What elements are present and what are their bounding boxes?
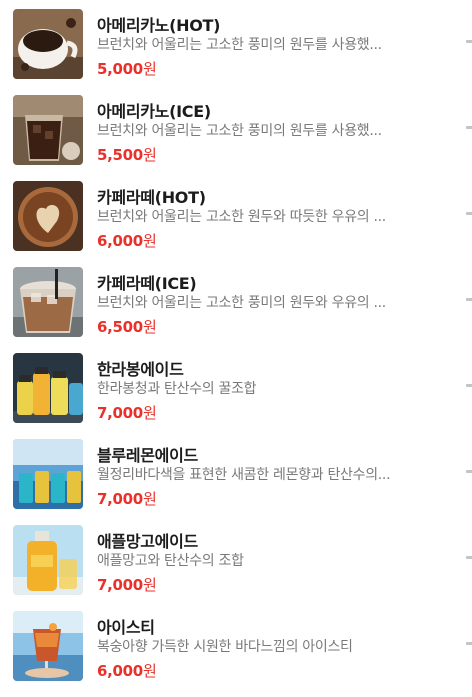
- menu-item-name: 아이스티: [97, 618, 155, 637]
- menu-item-description: 월정리바다색을 표현한 새콤한 레몬향과 탄산수의...: [97, 467, 391, 483]
- price-value: 7,000: [97, 490, 143, 508]
- chevron-right-icon: [466, 642, 472, 645]
- menu-item-name: 카페라떼(ICE): [97, 274, 197, 293]
- apple-mango-ade-bottle-image: [13, 525, 83, 595]
- price-unit: 원: [142, 404, 157, 422]
- iced-americano-glass-image: [13, 95, 83, 165]
- price-unit: 원: [142, 60, 157, 78]
- menu-item-price: 7,000원: [97, 402, 157, 423]
- menu-item-iced-tea[interactable]: 아이스티 복숭아향 가득한 시원한 바다느낌의 아이스티 6,000원: [0, 602, 472, 688]
- price-value: 5,500: [97, 146, 143, 164]
- menu-item-name: 아메리카노(ICE): [97, 102, 211, 121]
- apple-mango-ade-thumbnail: [13, 525, 83, 595]
- menu-item-description: 브런치와 어울리는 고소한 풍미의 원두와 우유의 ...: [97, 295, 386, 311]
- menu-item-price: 6,000원: [97, 660, 157, 681]
- chevron-right-icon: [466, 556, 472, 559]
- menu-item-price: 7,000원: [97, 574, 157, 595]
- menu-item-name: 한라봉에이드: [97, 360, 184, 379]
- menu-item-ice-latte[interactable]: 카페라떼(ICE) 브런치와 어울리는 고소한 풍미의 원두와 우유의 ... …: [0, 258, 472, 344]
- menu-item-name: 카페라떼(HOT): [97, 188, 206, 207]
- menu-item-name: 아메리카노(HOT): [97, 16, 221, 35]
- price-unit: 원: [142, 318, 157, 336]
- menu-item-description: 브런치와 어울리는 고소한 풍미의 원두를 사용했...: [97, 37, 382, 53]
- menu-item-description: 복숭아향 가득한 시원한 바다느낌의 아이스티: [97, 639, 353, 655]
- iced-tea-thumbnail: [13, 611, 83, 681]
- chevron-right-icon: [466, 384, 472, 387]
- price-unit: 원: [142, 490, 157, 508]
- chevron-right-icon: [466, 212, 472, 215]
- menu-item-description: 브런치와 어울리는 고소한 풍미의 원두를 사용했...: [97, 123, 382, 139]
- blue-lemon-ade-thumbnail: [13, 439, 83, 509]
- chevron-right-icon: [466, 470, 472, 473]
- hallabong-ade-thumbnail: [13, 353, 83, 423]
- chevron-right-icon: [466, 298, 472, 301]
- menu-item-price: 5,000원: [97, 58, 157, 79]
- ice-latte-thumbnail: [13, 267, 83, 337]
- iced-latte-glass-image: [13, 267, 83, 337]
- menu-item-hallabong-ade[interactable]: 한라봉에이드 한라봉청과 탄산수의 꿀조합 7,000원: [0, 344, 472, 430]
- menu-item-description: 애플망고와 탄산수의 조합: [97, 553, 244, 569]
- hallabong-ade-bottles-image: [13, 353, 83, 423]
- price-value: 7,000: [97, 576, 143, 594]
- menu-item-name: 애플망고에이드: [97, 532, 198, 551]
- menu-item-price: 6,500원: [97, 316, 157, 337]
- hot-latte-art-image: [13, 181, 83, 251]
- price-unit: 원: [142, 232, 157, 250]
- chevron-right-icon: [466, 40, 472, 43]
- menu-item-price: 5,500원: [97, 144, 157, 165]
- price-value: 7,000: [97, 404, 143, 422]
- menu-item-description: 브런치와 어울리는 고소한 원두와 따듯한 우유의 ...: [97, 209, 386, 225]
- price-value: 5,000: [97, 60, 143, 78]
- price-unit: 원: [142, 146, 157, 164]
- price-unit: 원: [142, 662, 157, 680]
- menu-item-ice-americano[interactable]: 아메리카노(ICE) 브런치와 어울리는 고소한 풍미의 원두를 사용했... …: [0, 86, 472, 172]
- ice-americano-thumbnail: [13, 95, 83, 165]
- price-value: 6,000: [97, 662, 143, 680]
- blue-lemon-ade-bottles-image: [13, 439, 83, 509]
- menu-item-apple-mango-ade[interactable]: 애플망고에이드 애플망고와 탄산수의 조합 7,000원: [0, 516, 472, 602]
- menu-item-blue-lemon-ade[interactable]: 블루레몬에이드 월정리바다색을 표현한 새콤한 레몬향과 탄산수의... 7,0…: [0, 430, 472, 516]
- menu-item-description: 한라봉청과 탄산수의 꿀조합: [97, 381, 257, 397]
- hot-latte-thumbnail: [13, 181, 83, 251]
- menu-item-hot-americano[interactable]: 아메리카노(HOT) 브런치와 어울리는 고소한 풍미의 원두를 사용했... …: [0, 0, 472, 86]
- menu-item-hot-latte[interactable]: 카페라떼(HOT) 브런치와 어울리는 고소한 원두와 따듯한 우유의 ... …: [0, 172, 472, 258]
- menu-item-price: 6,000원: [97, 230, 157, 251]
- price-value: 6,000: [97, 232, 143, 250]
- menu-item-price: 7,000원: [97, 488, 157, 509]
- price-value: 6,500: [97, 318, 143, 336]
- hot-americano-thumbnail: [13, 9, 83, 79]
- iced-tea-glass-image: [13, 611, 83, 681]
- chevron-right-icon: [466, 126, 472, 129]
- hot-americano-cup-image: [13, 9, 83, 79]
- menu-item-name: 블루레몬에이드: [97, 446, 198, 465]
- price-unit: 원: [142, 576, 157, 594]
